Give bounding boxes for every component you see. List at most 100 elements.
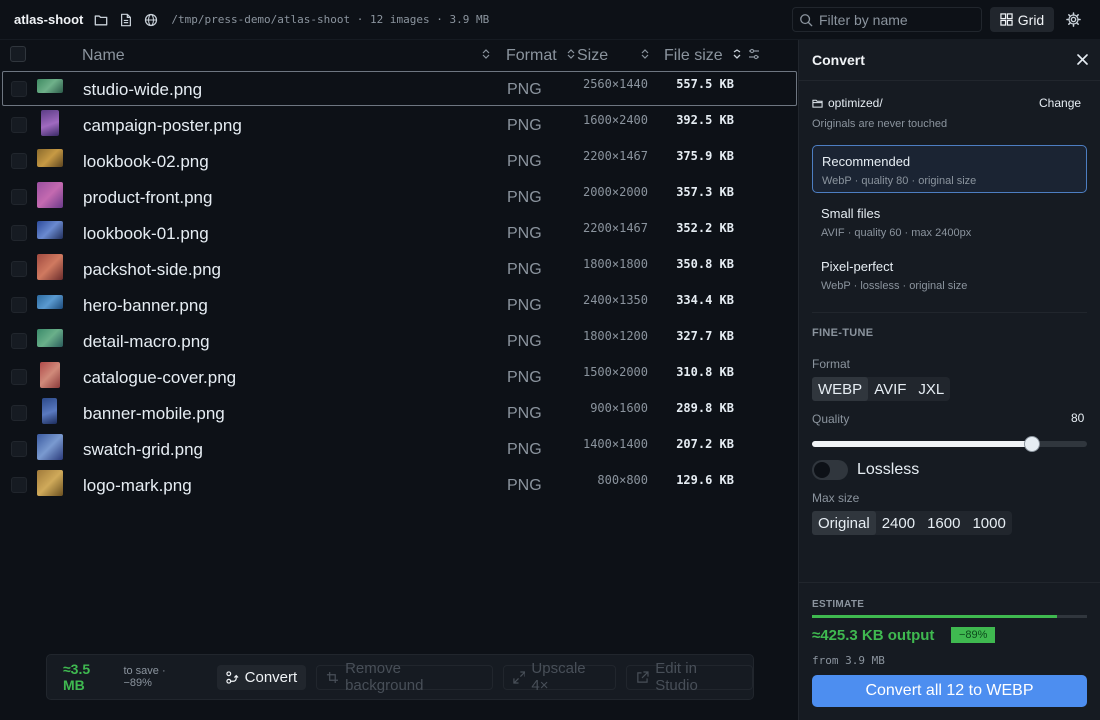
originals-note: Originals are never touched xyxy=(812,118,948,130)
row-checkbox[interactable] xyxy=(11,117,27,133)
table-row[interactable]: banner-mobile.png PNG 900×1600 289.8 KB xyxy=(0,395,798,431)
sort-icon[interactable] xyxy=(482,49,490,59)
file-name: banner-mobile.png xyxy=(83,404,225,423)
row-checkbox[interactable] xyxy=(11,81,27,97)
row-checkbox[interactable] xyxy=(11,477,27,493)
table-row[interactable]: product-front.png PNG 2000×2000 357.3 KB xyxy=(0,179,798,215)
table-row[interactable]: lookbook-01.png PNG 2200×1467 352.2 KB xyxy=(0,215,798,251)
max-size-option[interactable]: 2400 xyxy=(876,511,921,535)
gear-icon[interactable] xyxy=(1066,12,1081,27)
file-name: detail-macro.png xyxy=(83,332,210,351)
max-size-option[interactable]: Original xyxy=(812,511,876,535)
table-row[interactable]: hero-banner.png PNG 2400×1350 334.4 KB xyxy=(0,287,798,323)
column-size[interactable]: Size xyxy=(577,47,608,65)
file-name: lookbook-01.png xyxy=(83,224,209,243)
top-bar: atlas-shoot /tmp/press-demo/atlas-shoot … xyxy=(0,0,1100,40)
preset-option[interactable]: Recommended WebP · quality 80 · original … xyxy=(812,145,1087,193)
file-name: catalogue-cover.png xyxy=(83,368,237,387)
row-checkbox[interactable] xyxy=(11,441,27,457)
image-thumbnail xyxy=(37,254,63,280)
globe-icon[interactable] xyxy=(144,13,158,27)
quality-label: Quality xyxy=(812,412,850,426)
file-size: 334.4 KB xyxy=(676,293,734,307)
row-checkbox[interactable] xyxy=(11,333,27,349)
output-folder-name: optimized/ xyxy=(828,96,883,110)
close-icon[interactable] xyxy=(1077,54,1088,65)
file-size: 129.6 KB xyxy=(676,473,734,487)
file-format: PNG xyxy=(507,225,542,242)
folder-icon[interactable] xyxy=(94,13,108,27)
remove-background-button[interactable]: Remove background xyxy=(316,660,493,694)
column-name[interactable]: Name xyxy=(82,47,125,65)
lossless-toggle[interactable] xyxy=(812,460,848,480)
convert-button[interactable]: Convert xyxy=(216,664,307,690)
columns-settings-icon[interactable] xyxy=(748,48,760,60)
filter-field[interactable] xyxy=(792,7,982,32)
max-size-option[interactable]: 1000 xyxy=(966,511,1011,535)
preset-subtitle: WebP · lossless · original size xyxy=(821,280,968,292)
quality-slider-handle[interactable] xyxy=(1024,436,1040,452)
format-option[interactable]: WEBP xyxy=(812,377,869,401)
table-row[interactable]: campaign-poster.png PNG 1600×2400 392.5 KB xyxy=(0,107,798,143)
estimate-from: from 3.9 MB xyxy=(812,654,885,667)
table-row[interactable]: detail-macro.png PNG 1800×1200 327.7 KB xyxy=(0,323,798,359)
image-thumbnail xyxy=(42,398,57,424)
file-format: PNG xyxy=(507,261,542,278)
file-name: product-front.png xyxy=(83,188,213,207)
file-size: 327.7 KB xyxy=(676,329,734,343)
format-selector: WEBP AVIF JXL xyxy=(812,377,951,401)
grid-view-button[interactable]: Grid xyxy=(990,7,1054,32)
image-thumbnail xyxy=(40,362,60,388)
preset-title: Recommended xyxy=(822,154,911,169)
column-format[interactable]: Format xyxy=(506,47,557,65)
table-row[interactable]: swatch-grid.png PNG 1400×1400 207.2 KB xyxy=(0,431,798,467)
change-folder-button[interactable]: Change xyxy=(1039,96,1081,110)
column-file-size[interactable]: File size xyxy=(664,47,723,65)
file-size: 557.5 KB xyxy=(676,77,734,91)
column-name-label: Name xyxy=(82,47,125,64)
file-format: PNG xyxy=(507,369,542,386)
file-name: swatch-grid.png xyxy=(83,440,204,459)
table-row[interactable]: catalogue-cover.png PNG 1500×2000 310.8 KB xyxy=(0,359,798,395)
file-name: packshot-side.png xyxy=(83,260,221,279)
sort-descending-icon[interactable] xyxy=(733,49,741,59)
upscale-button[interactable]: Upscale 4× xyxy=(502,660,617,694)
file-name: logo-mark.png xyxy=(83,476,192,495)
convert-all-button[interactable]: Convert all 12 to WEBP xyxy=(812,675,1087,707)
table-header: Name Format Size File size xyxy=(0,40,798,70)
row-checkbox[interactable] xyxy=(11,153,27,169)
edit-in-studio-button[interactable]: Edit in Studio xyxy=(626,660,753,694)
preset-option[interactable]: Small files AVIF · quality 60 · max 2400p… xyxy=(812,198,1087,246)
table-row[interactable]: lookbook-02.png PNG 2200×1467 375.9 KB xyxy=(0,143,798,179)
quality-slider[interactable] xyxy=(812,436,1087,452)
format-option[interactable]: JXL xyxy=(912,377,950,401)
quality-slider-fill xyxy=(812,441,1032,447)
row-checkbox[interactable] xyxy=(11,189,27,205)
sort-icon[interactable] xyxy=(567,49,575,59)
expand-icon xyxy=(512,670,526,684)
table-row[interactable]: logo-mark.png PNG 800×800 129.6 KB xyxy=(0,467,798,503)
row-checkbox[interactable] xyxy=(11,369,27,385)
table-row[interactable]: packshot-side.png PNG 1800×1800 350.8 KB xyxy=(0,251,798,287)
divider xyxy=(799,80,1100,81)
estimate-badge: −89% xyxy=(951,627,996,643)
row-checkbox[interactable] xyxy=(11,225,27,241)
table-row[interactable]: studio-wide.png PNG 2560×1440 557.5 KB xyxy=(0,71,798,107)
max-size-option[interactable]: 1600 xyxy=(921,511,966,535)
app-title: atlas-shoot xyxy=(14,12,84,27)
file-format: PNG xyxy=(507,405,542,422)
row-checkbox[interactable] xyxy=(11,297,27,313)
select-all-checkbox[interactable] xyxy=(10,46,26,62)
sort-icon[interactable] xyxy=(641,49,649,59)
image-thumbnail xyxy=(37,295,63,309)
row-checkbox[interactable] xyxy=(11,261,27,277)
image-thumbnail xyxy=(37,434,63,460)
file-icon[interactable] xyxy=(119,13,133,27)
file-format: PNG xyxy=(507,117,542,134)
image-thumbnail xyxy=(37,329,63,347)
format-option[interactable]: AVIF xyxy=(868,377,912,401)
filter-input[interactable] xyxy=(819,11,969,28)
preset-option[interactable]: Pixel-perfect WebP · lossless · original … xyxy=(812,251,1087,299)
file-name: lookbook-02.png xyxy=(83,152,209,171)
row-checkbox[interactable] xyxy=(11,405,27,421)
